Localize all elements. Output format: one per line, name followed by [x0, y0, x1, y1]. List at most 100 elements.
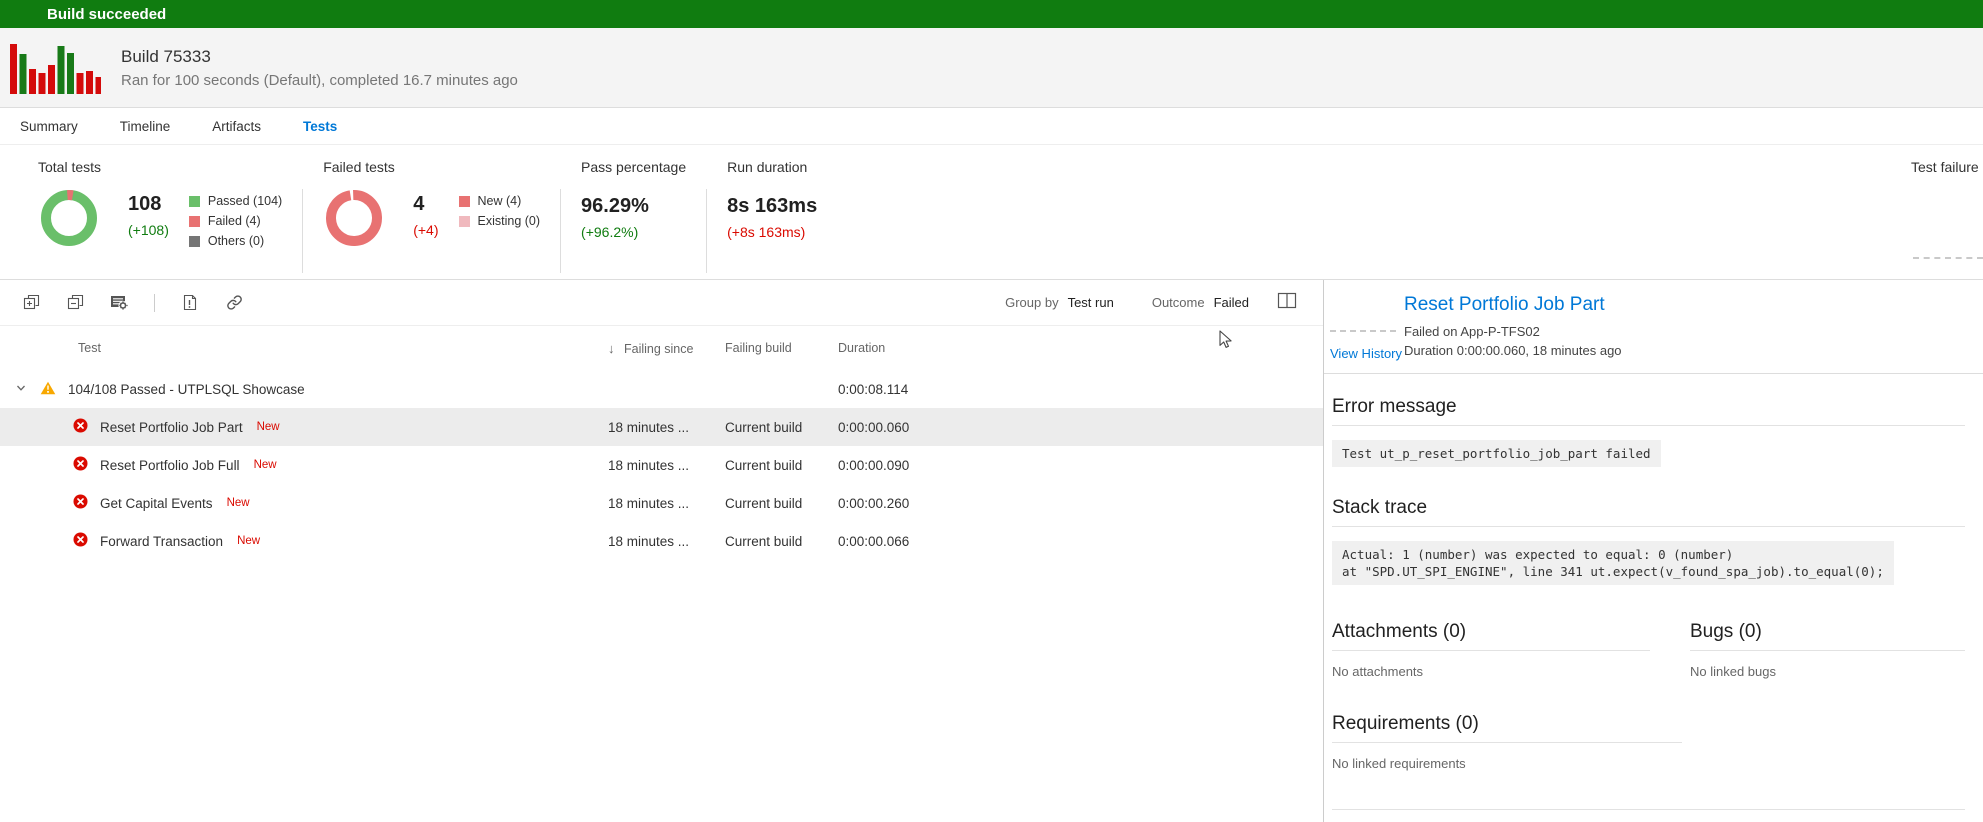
detail-panel-body: Error message Test ut_p_reset_portfolio_… [1324, 396, 1983, 810]
detail-test-title[interactable]: Reset Portfolio Job Part [1404, 294, 1965, 316]
view-history-link[interactable]: View History [1330, 346, 1396, 361]
test-name: Forward Transaction [100, 534, 223, 549]
history-sparkline [1330, 330, 1396, 341]
legend-item-passed: Passed (104) [189, 191, 282, 211]
test-name: Get Capital Events [100, 496, 213, 511]
failing-since-value: 18 minutes ... [608, 534, 725, 549]
column-options-icon[interactable] [110, 294, 128, 312]
stack-trace-section: Stack trace Actual: 1 (number) was expec… [1332, 497, 1965, 585]
group-duration: 0:00:08.114 [838, 382, 958, 397]
build-histogram-icon [9, 42, 101, 94]
failing-build-value[interactable]: Current build [725, 534, 838, 549]
stack-trace-text: Actual: 1 (number) was expected to equal… [1332, 541, 1894, 585]
legend-label: Failed (4) [208, 214, 261, 228]
duration-value: 0:00:00.060 [838, 420, 958, 435]
column-header-failing-since[interactable]: Failing since [624, 342, 693, 356]
column-header-duration[interactable]: Duration [838, 341, 885, 355]
build-header: Build 75333 Ran for 100 seconds (Default… [0, 28, 1983, 108]
total-tests-donut-chart [38, 187, 100, 249]
stats-separator [706, 189, 707, 273]
requirements-section: Requirements (0) No linked requirements [1332, 713, 1682, 771]
stack-trace-line: Actual: 1 (number) was expected to equal… [1342, 546, 1884, 563]
build-subtitle: Ran for 100 seconds (Default), completed… [121, 72, 518, 89]
build-title: Build 75333 [121, 47, 518, 67]
failed-tests-stat: Failed tests 4 (+4) New (4) Existi [323, 159, 540, 279]
pass-percentage-delta: (+96.2%) [581, 224, 686, 240]
test-run-group-row[interactable]: 104/108 Passed - UTPLSQL Showcase 0:00:0… [0, 370, 1323, 408]
test-row[interactable]: Forward Transaction New 18 minutes ... C… [0, 522, 1323, 560]
build-status-text: Build succeeded [47, 6, 166, 23]
legend-label: Existing (0) [478, 214, 541, 228]
error-message-section: Error message Test ut_p_reset_portfolio_… [1332, 396, 1965, 467]
toolbar-separator [154, 294, 155, 312]
error-message-text: Test ut_p_reset_portfolio_job_part faile… [1332, 440, 1661, 467]
legend-item-new: New (4) [459, 191, 541, 211]
stats-separator [560, 189, 561, 273]
total-tests-value: 108 [128, 193, 169, 216]
column-header-test[interactable]: Test [78, 341, 101, 355]
test-failures-trend: Test failure [1911, 159, 1983, 187]
legend-item-others: Others (0) [189, 231, 282, 251]
test-failures-label: Test failure [1911, 159, 1983, 175]
failed-test-icon [73, 494, 88, 512]
new-badge: New [227, 497, 250, 509]
failed-test-icon [73, 456, 88, 474]
failed-tests-value: 4 [413, 193, 438, 216]
build-status-banner: Build succeeded [0, 0, 1983, 28]
tab-tests[interactable]: Tests [303, 119, 337, 134]
total-tests-label: Total tests [38, 159, 282, 175]
requirements-heading: Requirements (0) [1332, 713, 1682, 743]
legend-item-failed: Failed (4) [189, 211, 282, 231]
failing-build-value[interactable]: Current build [725, 420, 838, 435]
collapse-all-icon[interactable] [66, 294, 84, 312]
failing-build-value[interactable]: Current build [725, 458, 838, 473]
bugs-heading: Bugs (0) [1690, 621, 1965, 651]
stack-trace-heading: Stack trace [1332, 497, 1965, 527]
failed-tests-donut-chart [323, 187, 385, 249]
group-by-dropdown[interactable]: Test run [1068, 295, 1114, 310]
test-row[interactable]: Get Capital Events New 18 minutes ... Cu… [0, 484, 1323, 522]
test-results-pane: Group by Test run Outcome Failed Test [0, 280, 1323, 822]
test-name: Reset Portfolio Job Part [100, 420, 243, 435]
outcome-dropdown[interactable]: Failed [1214, 295, 1249, 310]
failed-test-icon [73, 418, 88, 436]
attachments-empty-text: No attachments [1332, 664, 1650, 679]
total-tests-legend: Passed (104) Failed (4) Others (0) [189, 187, 282, 251]
passed-swatch [189, 196, 200, 207]
test-row[interactable]: Reset Portfolio Job Full New 18 minutes … [0, 446, 1323, 484]
tab-artifacts[interactable]: Artifacts [212, 119, 261, 134]
duration-value: 0:00:00.066 [838, 534, 958, 549]
error-message-heading: Error message [1332, 396, 1965, 426]
existing-swatch [459, 216, 470, 227]
failed-test-icon [73, 532, 88, 550]
failing-since-value: 18 minutes ... [608, 496, 725, 511]
requirements-empty-text: No linked requirements [1332, 756, 1682, 771]
tab-summary[interactable]: Summary [20, 119, 78, 134]
total-tests-stat: Total tests 108 (+108) Passed (104) [38, 159, 282, 279]
toggle-details-pane-icon[interactable] [1277, 292, 1297, 314]
failed-on-text: Failed on App-P-TFS02 [1404, 322, 1965, 341]
test-stats-strip: Total tests 108 (+108) Passed (104) [0, 145, 1983, 280]
test-report-icon[interactable] [181, 294, 199, 312]
failing-build-value[interactable]: Current build [725, 496, 838, 511]
tests-content: Group by Test run Outcome Failed Test [0, 280, 1983, 822]
tab-timeline[interactable]: Timeline [120, 119, 171, 134]
failed-tests-label: Failed tests [323, 159, 540, 175]
column-header-failing-build[interactable]: Failing build [725, 341, 792, 355]
expand-all-icon[interactable] [22, 294, 40, 312]
test-row[interactable]: Reset Portfolio Job Part New 18 minutes … [0, 408, 1323, 446]
run-duration-stat: Run duration 8s 163ms (+8s 163ms) [727, 159, 817, 279]
pass-percentage-label: Pass percentage [581, 159, 686, 175]
new-badge: New [257, 421, 280, 433]
duration-value: 0:00:00.090 [838, 458, 958, 473]
failing-since-value: 18 minutes ... [608, 420, 725, 435]
sort-descending-icon: ↓ [608, 341, 615, 356]
copy-link-icon[interactable] [225, 294, 243, 312]
build-tabs: Summary Timeline Artifacts Tests [0, 108, 1983, 145]
test-name: Reset Portfolio Job Full [100, 458, 240, 473]
detail-duration-text: Duration 0:00:00.060, 18 minutes ago [1404, 341, 1965, 361]
legend-label: Others (0) [208, 234, 264, 248]
pass-percentage-stat: Pass percentage 96.29% (+96.2%) [581, 159, 686, 279]
test-grid-header: Test ↓ Failing since Failing build Durat… [0, 326, 1323, 370]
chevron-down-icon[interactable] [15, 382, 27, 397]
